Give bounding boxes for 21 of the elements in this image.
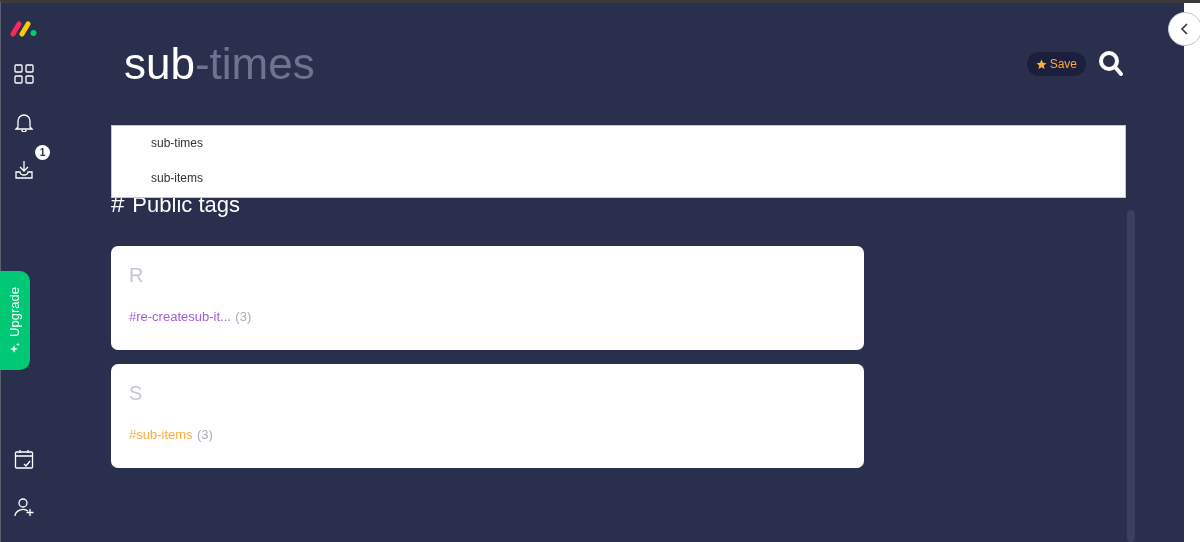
tag-link[interactable]: #re-createsub-it... [129, 309, 231, 324]
logo-icon[interactable] [10, 21, 38, 37]
star-icon [1035, 58, 1047, 70]
apps-icon[interactable] [14, 63, 34, 84]
tag-count: (3) [197, 427, 213, 442]
inbox-download-icon[interactable] [14, 159, 34, 180]
calendar-icon[interactable] [14, 448, 34, 469]
add-user-icon[interactable] [14, 496, 34, 517]
suggestion-item[interactable]: sub-times [112, 126, 1125, 161]
bell-icon[interactable] [14, 111, 34, 132]
group-letter: S [129, 382, 143, 404]
chevron-left-icon [1180, 22, 1190, 36]
suggestion-item[interactable]: sub-items [112, 161, 1125, 196]
notification-count: 1 [35, 145, 50, 160]
search-input[interactable]: sub-times [111, 31, 1027, 97]
sparkle-icon [9, 342, 21, 355]
search-icon[interactable] [1098, 50, 1124, 78]
group-letter: R [129, 264, 144, 286]
tag-count: (3) [235, 309, 252, 324]
collapse-button[interactable] [1168, 12, 1200, 46]
save-button[interactable]: Save [1026, 52, 1086, 76]
